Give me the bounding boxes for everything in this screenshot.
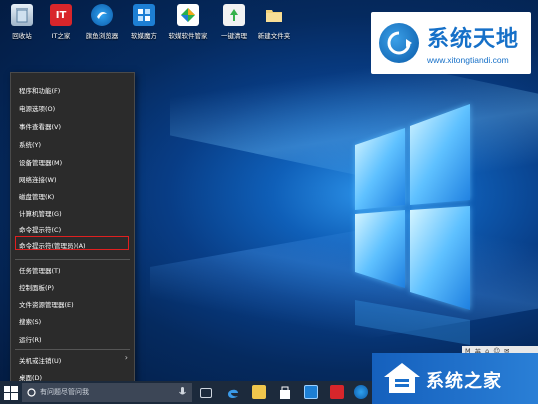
task-view-icon[interactable]: [200, 388, 212, 398]
watermark-xitongtiandi: 系统天地 www.xitongtiandi.com: [371, 12, 531, 74]
menu-item-file-explorer[interactable]: 文件资源管理器(E): [19, 299, 74, 309]
windows-start-icon[interactable]: [4, 386, 18, 400]
chevron-right-icon: ›: [124, 353, 128, 362]
winx-context-menu: 程序和功能(F) 电源选项(O) 事件查看器(V) 系统(Y) 设备管理器(M)…: [10, 72, 135, 388]
menu-item-command-prompt-admin[interactable]: 命令提示符(管理员)(A): [19, 240, 86, 250]
menu-item-search[interactable]: 搜索(S): [19, 316, 41, 326]
watermark-logo-icon: [379, 23, 419, 63]
menu-item-programs-features[interactable]: 程序和功能(F): [19, 85, 60, 95]
desktop-icon-label: IT之家: [51, 32, 71, 40]
desktop-icon-ithome[interactable]: IT IT之家: [39, 4, 83, 40]
menu-item-command-prompt[interactable]: 命令提示符(C): [19, 224, 61, 234]
cube-icon: [133, 4, 155, 26]
desktop-icon-label: 旗鱼浏览器: [85, 32, 119, 40]
watermark-bottom-title: 系统之家: [426, 371, 502, 392]
store-icon[interactable]: [278, 385, 292, 399]
menu-separator: [15, 259, 130, 260]
microphone-icon[interactable]: [179, 387, 186, 398]
desktop-icon-new-folder[interactable]: 新建文件夹: [252, 4, 296, 40]
folder-icon: [263, 4, 285, 26]
ithome-icon: IT: [50, 4, 72, 26]
menu-separator: [15, 349, 130, 350]
menu-item-control-panel[interactable]: 控制面板(P): [19, 282, 54, 292]
menu-item-shutdown-signout[interactable]: 关机或注销(U): [19, 355, 61, 365]
cleanup-icon: [223, 4, 245, 26]
desktop-icon-cube[interactable]: 软媒魔方: [122, 4, 166, 40]
menu-item-run[interactable]: 运行(R): [19, 334, 42, 344]
menu-item-system[interactable]: 系统(Y): [19, 139, 41, 149]
desktop: 回收站 IT IT之家 旗鱼浏览器 软媒魔方 软媒软件管家 一键清理 新建文件夹: [0, 0, 538, 404]
desktop-icon-label: 一键清理: [221, 32, 247, 40]
menu-item-disk-management[interactable]: 磁盘管理(K): [19, 191, 54, 201]
search-box[interactable]: 有问题尽管问我: [22, 383, 192, 402]
software-manager-icon: [177, 4, 199, 26]
browser-taskbar-icon[interactable]: [354, 385, 368, 399]
desktop-icon-label: 回收站: [12, 32, 32, 40]
desktop-icon-recycle-bin[interactable]: 回收站: [0, 4, 44, 40]
ithome-taskbar-icon[interactable]: [330, 385, 344, 399]
file-explorer-icon[interactable]: [252, 385, 266, 399]
menu-item-device-manager[interactable]: 设备管理器(M): [19, 157, 62, 167]
menu-item-event-viewer[interactable]: 事件查看器(V): [19, 121, 61, 131]
desktop-icon-cleanup[interactable]: 一键清理: [212, 4, 256, 40]
menu-item-computer-management[interactable]: 计算机管理(G): [19, 208, 62, 218]
app-icon[interactable]: [304, 385, 318, 399]
cortana-icon: [27, 388, 36, 397]
watermark-title: 系统天地: [427, 26, 520, 52]
watermark-url: www.xitongtiandi.com: [427, 55, 509, 65]
browser-icon: [91, 4, 113, 26]
desktop-icon-software-manager[interactable]: 软媒软件管家: [166, 4, 210, 40]
desktop-icon-label: 软媒软件管家: [168, 32, 208, 40]
edge-icon[interactable]: [226, 385, 240, 399]
menu-item-power-options[interactable]: 电源选项(O): [19, 103, 55, 113]
menu-item-task-manager[interactable]: 任务管理器(T): [19, 265, 61, 275]
desktop-icon-browser[interactable]: 旗鱼浏览器: [80, 4, 124, 40]
watermark-xitongzhijia: 系统之家: [372, 353, 538, 404]
desktop-icon-label: 新建文件夹: [257, 32, 291, 40]
recycle-bin-icon: [11, 4, 33, 26]
house-logo-icon: [384, 363, 420, 393]
menu-item-network-connections[interactable]: 网络连接(W): [19, 174, 57, 184]
search-placeholder: 有问题尽管问我: [40, 388, 89, 396]
desktop-icon-label: 软媒魔方: [131, 32, 157, 40]
